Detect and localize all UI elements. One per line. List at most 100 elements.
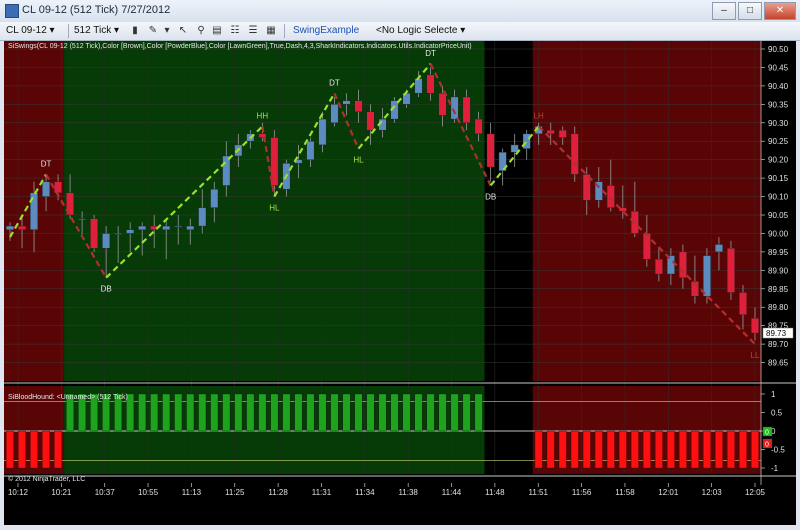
candle-body xyxy=(606,185,615,208)
candle-body xyxy=(438,93,447,116)
candle-body xyxy=(715,244,723,253)
price-tick-label: 89.95 xyxy=(768,248,789,257)
indicator-bar xyxy=(534,430,543,469)
candle-body xyxy=(678,251,687,278)
lower-panel-label: SiBloodHound: <Unnamed> (512 Tick) xyxy=(8,394,128,401)
price-tick-label: 90.50 xyxy=(768,45,789,54)
indicator-bar xyxy=(18,430,26,469)
indicator-bar xyxy=(150,393,159,432)
indicator-bar xyxy=(270,393,279,432)
grid-icon[interactable]: ▦ xyxy=(264,24,278,37)
swing-label: LH xyxy=(534,111,544,120)
candle-body xyxy=(727,247,735,293)
data-box-icon[interactable]: ▤ xyxy=(210,24,224,37)
time-tick-label: 11:44 xyxy=(442,488,462,497)
indicator-bar xyxy=(30,430,38,469)
indicator-bar xyxy=(751,430,759,469)
maximize-button[interactable]: □ xyxy=(738,2,762,20)
indicator-bar xyxy=(582,430,591,469)
indicator-bar xyxy=(378,393,387,432)
indicator-bar xyxy=(618,430,627,469)
indicator-bar xyxy=(414,393,423,432)
strategy-link[interactable]: SwingExample xyxy=(293,25,359,36)
candle-body xyxy=(42,181,50,197)
indicator-bar xyxy=(642,430,651,469)
price-tick-label: 89.90 xyxy=(768,266,789,275)
app-icon xyxy=(5,4,19,18)
time-tick-label: 11:13 xyxy=(182,488,202,497)
main-panel-label: SiSwings(CL 09-12 (512 Tick),Color [Brow… xyxy=(8,43,472,50)
time-tick-label: 12:01 xyxy=(658,488,679,497)
chart-area[interactable]: DT DB HH HL DT HL DT DB LH LL 90.50 90.45 90.40 90.3… xyxy=(4,41,796,525)
drawing-tools-chevron-icon[interactable]: ▾ xyxy=(160,24,174,37)
time-tick-label: 11:48 xyxy=(485,488,505,497)
indicator-bar xyxy=(715,430,723,469)
price-tick-label: 90.40 xyxy=(768,82,789,91)
indicator-bar xyxy=(450,393,459,432)
time-tick-label: 12:05 xyxy=(745,488,766,497)
indicator-bar xyxy=(222,393,231,432)
properties-icon[interactable]: ☷ xyxy=(228,24,242,37)
swing-label: DT xyxy=(329,78,340,87)
candle-body xyxy=(78,218,87,220)
candle-body xyxy=(654,259,663,275)
pencil-icon[interactable]: ✎ xyxy=(146,24,160,37)
candle-body xyxy=(306,141,315,160)
candle-body xyxy=(642,233,651,260)
indicator-bar xyxy=(703,430,711,469)
candle-body xyxy=(558,129,567,138)
toolbar-separator xyxy=(68,24,69,38)
time-tick-label: 11:31 xyxy=(312,488,332,497)
title-bar: CL 09-12 (512 Tick) 7/27/2012 – □ ✕ xyxy=(0,0,800,23)
close-button[interactable]: ✕ xyxy=(764,2,796,20)
swing-label: LL xyxy=(751,351,760,360)
price-tick-label: 89.65 xyxy=(768,359,789,368)
candle-body xyxy=(114,233,123,235)
time-tick-label: 11:58 xyxy=(615,488,635,497)
indicator-bar xyxy=(606,430,615,469)
price-tick-label: 90.05 xyxy=(768,211,789,220)
swing-label: DT xyxy=(425,49,436,58)
indicator-bar xyxy=(390,393,399,432)
instrument-selector[interactable]: CL 09-12 ▾ xyxy=(6,25,55,36)
price-tick-label: 89.80 xyxy=(768,303,789,312)
interval-selector[interactable]: 512 Tick ▾ xyxy=(74,25,119,36)
indicator-bar xyxy=(739,430,747,469)
indicator-bar xyxy=(318,393,327,432)
indicator-value-label: 0 xyxy=(765,430,769,437)
candle-body xyxy=(703,255,711,297)
indicator-bar xyxy=(546,430,555,469)
swing-label: HL xyxy=(353,156,364,165)
bar-type-icon[interactable]: ▮ xyxy=(128,24,142,37)
indicator-bar xyxy=(474,393,483,432)
swing-label: DB xyxy=(485,192,496,201)
time-tick-label: 10:12 xyxy=(8,488,29,497)
indicator-bar xyxy=(679,430,687,469)
trend-region xyxy=(484,41,533,381)
indicator-bar xyxy=(342,393,351,432)
search-icon[interactable]: ⚲ xyxy=(194,24,208,37)
candle-body xyxy=(522,133,531,149)
time-tick-label: 12:03 xyxy=(702,488,723,497)
indicator-bar xyxy=(594,430,603,469)
indicator-bar xyxy=(630,430,639,469)
price-tick-label: 90.35 xyxy=(768,100,789,109)
price-chart[interactable]: DT DB HH HL DT HL DT DB LH LL 90.50 90.45 90.40 90.3… xyxy=(4,41,796,525)
chart-toolbar: CL 09-12 ▾ 512 Tick ▾ ▮ ✎ ▾ ↖ ⚲ ▤ ☷ ☰ ▦ … xyxy=(0,22,800,41)
indicator-value-label: 0 xyxy=(765,442,769,449)
swing-label: HL xyxy=(269,204,280,213)
price-tick-label: 90.25 xyxy=(768,137,789,146)
candle-body xyxy=(186,225,195,230)
candle-body xyxy=(198,207,207,227)
price-tick-label: 90.10 xyxy=(768,193,789,202)
logic-selector[interactable]: <No Logic Selecte ▾ xyxy=(376,25,465,36)
indicator-bar xyxy=(186,393,195,432)
candle-body xyxy=(138,225,147,230)
strategies-icon[interactable]: ☰ xyxy=(246,24,260,37)
minimize-button[interactable]: – xyxy=(712,2,736,20)
cursor-icon[interactable]: ↖ xyxy=(176,24,190,37)
candle-body xyxy=(462,96,471,123)
indicator-bar xyxy=(558,430,567,469)
candle-body xyxy=(739,292,747,315)
candle-body xyxy=(342,100,351,105)
